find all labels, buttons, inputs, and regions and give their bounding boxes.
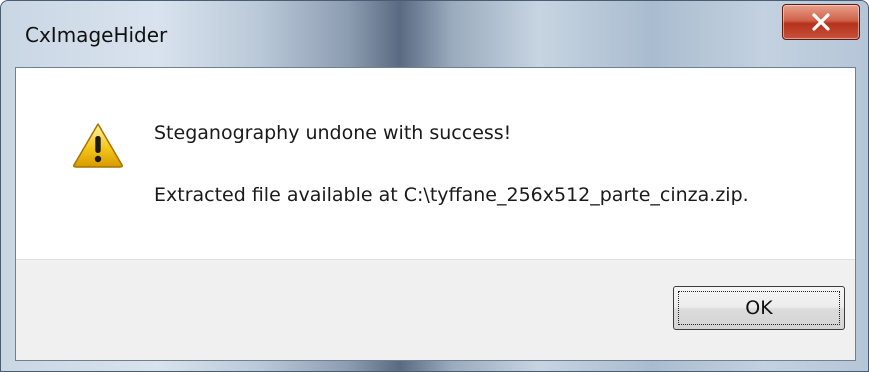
title-bar[interactable]: CxImageHider [1,1,868,67]
close-button[interactable] [782,4,860,40]
message-line-1: Steganography undone with success! [154,122,512,144]
button-area: OK [16,259,855,360]
message-line-2: Extracted file available at C:\tyffane_2… [154,184,749,206]
ok-button[interactable]: OK [673,286,845,330]
warning-triangle-icon [73,123,123,168]
ok-button-label: OK [678,291,840,325]
window-title: CxImageHider [25,23,168,47]
close-x-icon [812,13,830,31]
message-content: Steganography undone with success! Extra… [16,68,855,262]
dialog-client-area: Steganography undone with success! Extra… [15,67,856,361]
message-dialog-window: CxImageHider Steganography undone with s… [0,0,869,372]
